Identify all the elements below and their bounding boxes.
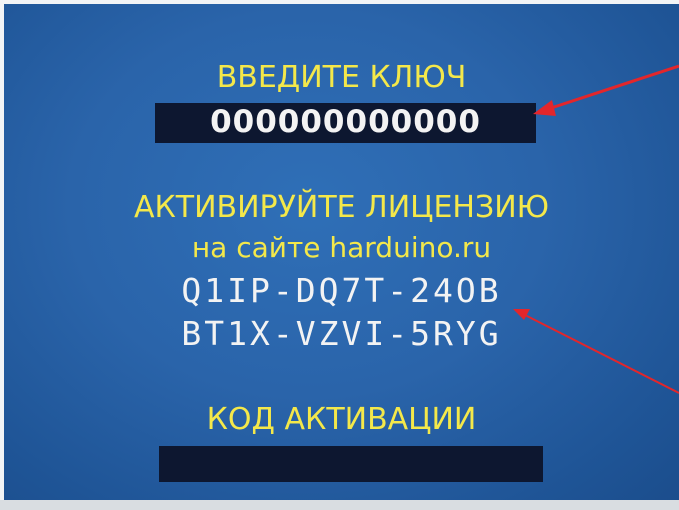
key-input-value[interactable]: 000000000000 <box>155 102 536 142</box>
license-code-line-1: Q1IP-DQ7T-24OB <box>181 271 502 310</box>
photo-frame: ВВЕДИТЕ КЛЮЧ 000000000000 АКТИВИРУЙТЕ ЛИ… <box>0 0 679 510</box>
site-text: на сайте harduino.ru <box>191 231 492 264</box>
activate-license-text: АКТИВИРУЙТЕ ЛИЦЕНЗИЮ <box>133 190 550 225</box>
bezel-edge <box>0 500 679 510</box>
enter-key-title: ВВЕДИТЕ КЛЮЧ <box>216 60 467 95</box>
license-code-line-2: BT1X-VZVI-5RYG <box>181 314 502 353</box>
lcd-screen: ВВЕДИТЕ КЛЮЧ 000000000000 АКТИВИРУЙТЕ ЛИ… <box>4 4 679 504</box>
activation-code-field[interactable] <box>159 446 543 482</box>
activation-code-title: КОД АКТИВАЦИИ <box>206 402 477 437</box>
